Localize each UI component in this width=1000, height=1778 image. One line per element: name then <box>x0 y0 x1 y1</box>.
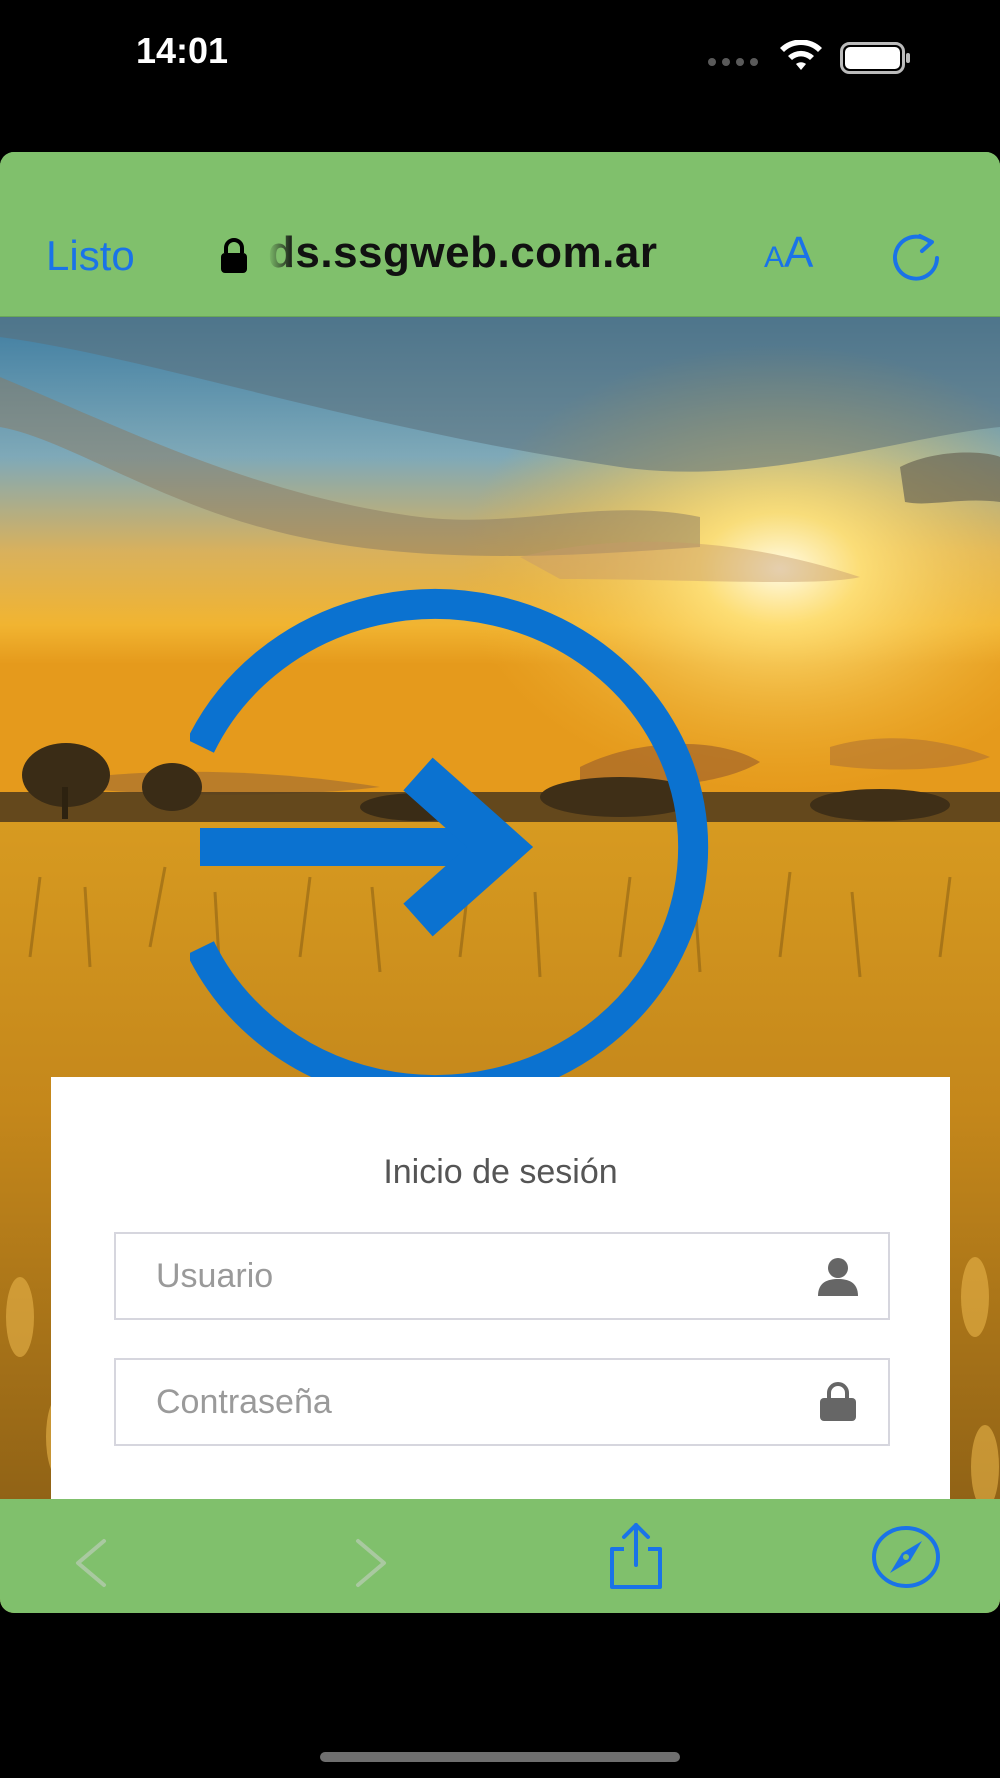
share-icon[interactable] <box>604 1521 668 1591</box>
address-url[interactable]: ds.ssgweb.com.ar <box>268 228 718 278</box>
home-indicator <box>320 1752 680 1762</box>
status-time: 14:01 <box>136 30 229 71</box>
cellular-signal-icon <box>708 58 760 66</box>
username-input[interactable] <box>116 1234 816 1318</box>
text-size-button[interactable]: AA <box>764 228 813 288</box>
text-size-big: A <box>784 228 814 277</box>
lock-icon <box>221 238 247 273</box>
compass-icon[interactable] <box>870 1525 942 1589</box>
browser-bottom-bar <box>0 1499 1000 1613</box>
battery-icon <box>840 42 910 74</box>
username-field[interactable] <box>114 1232 890 1320</box>
browser-sheet: Listo ds.ssgweb.com.ar AA Inicio de sesi… <box>0 152 1000 1613</box>
status-bar: 14:01 <box>0 0 1000 110</box>
login-title: Inicio de sesión <box>383 1153 618 1191</box>
user-icon <box>818 1258 858 1296</box>
chevron-right-icon[interactable] <box>350 1537 390 1589</box>
reload-icon[interactable] <box>890 232 944 286</box>
wifi-icon <box>780 40 822 70</box>
password-input[interactable] <box>116 1360 816 1444</box>
url-fade <box>268 228 294 284</box>
lock-icon <box>820 1382 856 1421</box>
login-arrow-icon <box>190 589 709 1105</box>
done-button[interactable]: Listo <box>46 232 135 280</box>
chevron-left-icon[interactable] <box>72 1537 112 1589</box>
password-field[interactable] <box>114 1358 890 1446</box>
browser-top-bar: Listo ds.ssgweb.com.ar AA <box>0 152 1000 317</box>
web-content: Inicio de sesión <box>0 317 1000 1613</box>
text-size-small: A <box>764 241 785 274</box>
